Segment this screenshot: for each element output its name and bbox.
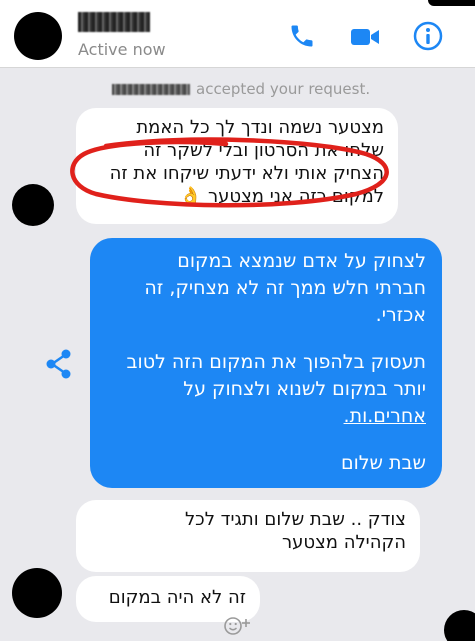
message-line: יותר במקום לשנוא ולצחוק על bbox=[183, 378, 426, 400]
contact-name-redacted[interactable] bbox=[78, 12, 150, 32]
message-spacer bbox=[106, 430, 426, 450]
redaction-blot bbox=[444, 610, 475, 641]
phone-icon[interactable] bbox=[288, 22, 316, 54]
conversation-header: Active now bbox=[0, 0, 475, 68]
sender-avatar[interactable] bbox=[12, 568, 62, 618]
screen-corner bbox=[428, 0, 475, 6]
message-line: הקהילה מצטער bbox=[281, 532, 406, 553]
message-line: תעסוק בלהפוך את המקום הזה לטוב bbox=[126, 351, 426, 373]
message-line: שבת שלום bbox=[340, 452, 426, 474]
message-line: אכזרי. bbox=[375, 304, 426, 326]
outgoing-message-bubble[interactable]: לצחוק על אדם שנמצא במקום חברתי חלש ממך ז… bbox=[90, 238, 442, 488]
accepted-request-text: accepted your request. bbox=[196, 80, 371, 98]
video-icon[interactable] bbox=[350, 26, 380, 52]
message-line: צודק .. שבת שלום ותגיד לכל bbox=[184, 509, 406, 530]
redacted-name bbox=[112, 84, 190, 95]
message-line: לצחוק על אדם שנמצא במקום bbox=[177, 250, 426, 272]
contact-avatar[interactable] bbox=[14, 12, 62, 60]
incoming-message-bubble[interactable]: צודק .. שבת שלום ותגיד לכל הקהילה מצטער bbox=[76, 500, 420, 572]
active-status: Active now bbox=[78, 40, 166, 59]
info-icon[interactable] bbox=[412, 20, 444, 56]
message-line: חברתי חלש ממך זה לא מצחיק, זה bbox=[144, 277, 426, 299]
share-icon[interactable] bbox=[44, 348, 74, 384]
message-spacer bbox=[106, 329, 426, 349]
sender-avatar[interactable] bbox=[12, 184, 54, 226]
system-message: accepted your request. bbox=[0, 80, 475, 100]
message-line: אחרים.ות. bbox=[343, 405, 426, 427]
add-reaction-icon[interactable] bbox=[222, 614, 258, 641]
red-annotation-circle bbox=[70, 137, 389, 208]
